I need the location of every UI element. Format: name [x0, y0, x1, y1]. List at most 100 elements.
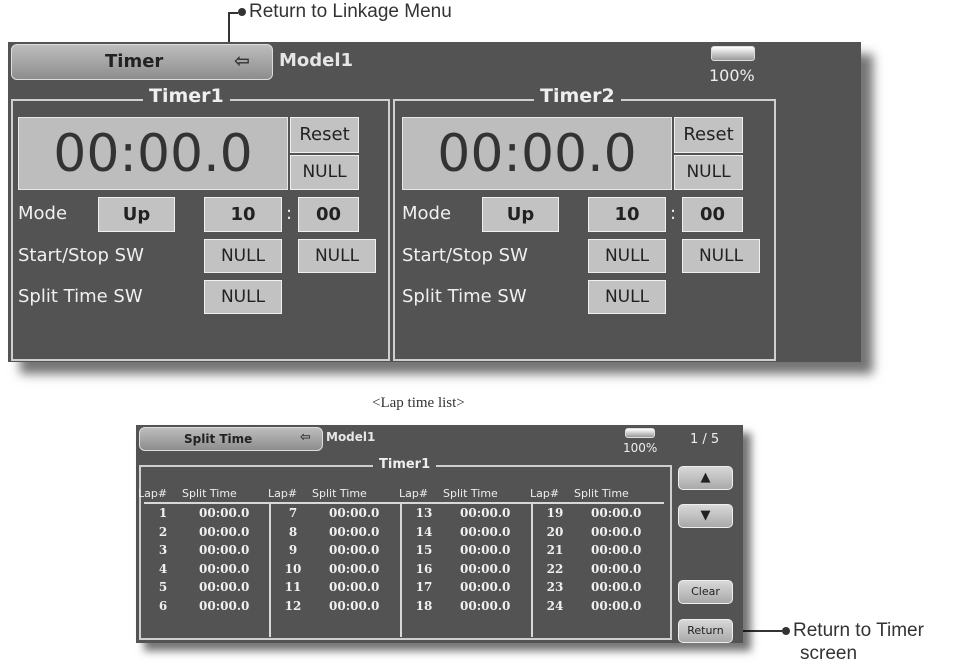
lap-number: 6 — [158, 598, 168, 613]
split-frame-title: Timer1 — [373, 457, 437, 472]
lap-split-time: 00:00.0 — [199, 561, 250, 576]
lap-split-time: 00:00.0 — [460, 506, 511, 520]
lap-number: 22 — [546, 561, 564, 576]
split-time-screen: Split Time ⇦ Model1 100% 1 / 5 Timer1 ▲ … — [136, 425, 743, 643]
timer2-seconds-button[interactable]: 00 — [682, 197, 743, 232]
lap-split-time: 00:00.0 — [199, 580, 250, 594]
lap-number: 5 — [158, 580, 168, 594]
lap-number: 17 — [415, 580, 433, 594]
lap-split-time: 00:00.0 — [460, 543, 511, 557]
timer1-title: Timer1 — [143, 85, 230, 107]
scroll-down-button[interactable]: ▼ — [678, 504, 733, 528]
lap-number: 18 — [415, 598, 433, 613]
timer2-minutes-button[interactable]: 10 — [588, 197, 666, 232]
scroll-up-button[interactable]: ▲ — [678, 466, 733, 490]
lap-number: 9 — [288, 543, 298, 557]
lap-split-time: 00:00.0 — [329, 543, 380, 557]
timer1-mode-button[interactable]: Up — [98, 197, 175, 232]
lap-split-time: 00:00.0 — [329, 598, 380, 613]
timer2-split-label: Split Time SW — [402, 286, 527, 307]
col-header-split-time: Split Time — [182, 487, 237, 500]
timer2-colon: : — [670, 203, 677, 224]
header-divider — [144, 502, 664, 504]
lap-number: 15 — [415, 543, 433, 557]
bullet-icon — [782, 626, 790, 635]
timer2-start-stop-label: Start/Stop SW — [402, 245, 528, 266]
lap-split-time: 00:00.0 — [591, 561, 642, 576]
battery-percent: 100% — [709, 66, 755, 85]
timer2-mode-label: Mode — [402, 203, 452, 224]
timer-title-button[interactable]: Timer ⇦ — [11, 44, 273, 80]
up-arrow-icon: ▲ — [700, 470, 711, 485]
timer1-start-switch[interactable]: NULL — [204, 239, 282, 273]
lap-split-time: 00:00.0 — [460, 580, 511, 594]
lap-number: 20 — [546, 524, 564, 539]
battery-icon — [625, 428, 655, 438]
linkage-callout: Return to Linkage Menu — [238, 1, 452, 23]
return-callout-line — [738, 630, 782, 632]
timer2-title: Timer2 — [534, 85, 621, 107]
model-name: Model1 — [279, 50, 354, 71]
return-callout: Return to Timer screen — [782, 619, 924, 665]
timer1-start-stop-label: Start/Stop SW — [18, 245, 144, 266]
split-title-button[interactable]: Split Time ⇦ — [139, 427, 323, 451]
linkage-callout-line-h — [228, 12, 238, 14]
timer1-mode-label: Mode — [18, 203, 68, 224]
col-header-split-time: Split Time — [312, 487, 367, 500]
screen-title: Split Time — [184, 432, 253, 446]
lap-split-time: 00:00.0 — [329, 561, 380, 576]
col-header-lap: Lap# — [268, 487, 298, 500]
exit-door-icon[interactable]: ⇦ — [234, 50, 250, 72]
timer1-colon: : — [286, 203, 293, 224]
timer2-mode-button[interactable]: Up — [482, 197, 559, 232]
timer1-split-label: Split Time SW — [18, 286, 143, 307]
return-button[interactable]: Return — [678, 619, 733, 643]
lap-number: 24 — [546, 598, 564, 613]
lap-split-time: 00:00.0 — [591, 543, 642, 557]
lap-split-time: 00:00.0 — [199, 598, 250, 613]
lap-split-time: 00:00.0 — [591, 598, 642, 613]
col-header-lap: Lap# — [399, 487, 429, 500]
timer2-reset-button[interactable]: Reset — [674, 117, 743, 153]
battery-percent: 100% — [623, 441, 658, 455]
lap-split-time: 00:00.0 — [460, 598, 511, 613]
col-header-split-time: Split Time — [443, 487, 498, 500]
lap-split-time: 00:00.0 — [591, 524, 642, 539]
timer1-split-switch[interactable]: NULL — [204, 280, 282, 314]
lap-list-caption: <Lap time list> — [372, 395, 465, 411]
lap-number: 8 — [288, 524, 298, 539]
clear-button[interactable]: Clear — [678, 580, 733, 604]
lap-number: 11 — [284, 580, 302, 594]
timer2-display[interactable]: 00:00.0 — [402, 117, 672, 190]
lap-number: 21 — [546, 543, 564, 557]
timer1-display[interactable]: 00:00.0 — [18, 117, 288, 190]
timer-screen: Timer ⇦ Model1 100% Timer1 00:00.0 Reset… — [8, 42, 861, 362]
lap-split-time: 00:00.0 — [591, 580, 642, 594]
lap-number: 16 — [415, 561, 433, 576]
lap-number: 7 — [288, 506, 298, 520]
timer1-seconds-button[interactable]: 00 — [298, 197, 359, 232]
lap-split-time: 00:00.0 — [199, 524, 250, 539]
lap-split-time: 00:00.0 — [329, 524, 380, 539]
col-header-split-time: Split Time — [574, 487, 629, 500]
exit-door-icon[interactable]: ⇦ — [300, 430, 311, 445]
page-indicator: 1 / 5 — [690, 432, 720, 447]
lap-number: 2 — [158, 524, 168, 539]
timer2-split-switch[interactable]: NULL — [588, 280, 666, 314]
timer1-reset-button[interactable]: Reset — [290, 117, 359, 153]
lap-number: 12 — [284, 598, 302, 613]
timer2-stop-switch[interactable]: NULL — [682, 239, 760, 273]
screen-title: Timer — [105, 51, 164, 72]
timer1-stop-switch[interactable]: NULL — [298, 239, 376, 273]
timer1-reset-switch[interactable]: NULL — [290, 155, 359, 190]
timer2-reset-switch[interactable]: NULL — [674, 155, 743, 190]
timer2-start-switch[interactable]: NULL — [588, 239, 666, 273]
lap-number: 1 — [158, 506, 168, 520]
lap-split-time: 00:00.0 — [329, 506, 380, 520]
lap-number: 23 — [546, 580, 564, 594]
lap-split-time: 00:00.0 — [460, 524, 511, 539]
bullet-icon — [238, 7, 246, 16]
lap-split-time: 00:00.0 — [199, 506, 250, 520]
timer1-minutes-button[interactable]: 10 — [204, 197, 282, 232]
lap-split-time: 00:00.0 — [460, 561, 511, 576]
